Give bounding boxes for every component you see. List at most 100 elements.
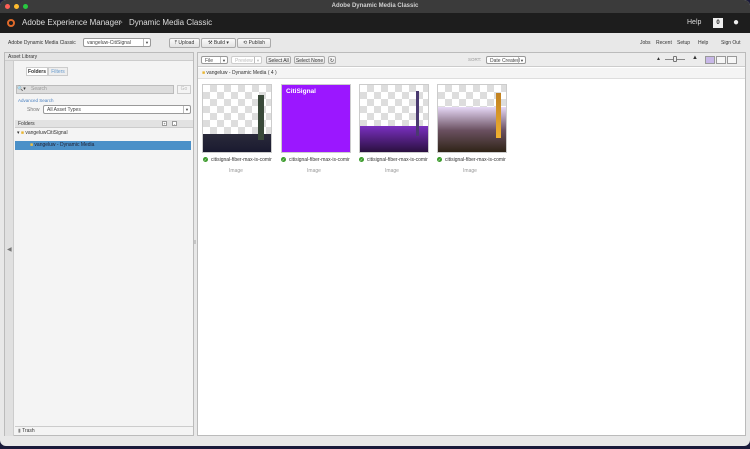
trash-item[interactable]: ▮ Trash xyxy=(15,426,193,435)
upload-button[interactable]: ⤒ Upload xyxy=(169,38,200,48)
help-menu[interactable]: Help xyxy=(698,40,708,46)
folder-icon: ■ xyxy=(202,70,206,76)
chevron-down-icon: ▼ xyxy=(183,106,190,113)
tower-image xyxy=(416,91,419,136)
breadcrumb-separator-icon: > xyxy=(118,18,123,27)
title-bar: Adobe Dynamic Media Classic xyxy=(0,0,750,13)
app-window: Adobe Dynamic Media Classic Adobe Experi… xyxy=(0,0,750,446)
preview-menu[interactable]: Preview ▼ xyxy=(231,56,262,64)
slider-handle[interactable] xyxy=(673,56,677,62)
file-menu[interactable]: File ▼ xyxy=(201,56,228,64)
company-select[interactable]: vangeluw-CitiSignal ▼ xyxy=(83,38,151,47)
notification-badge[interactable]: 0 xyxy=(713,18,723,28)
folders-title: Folders xyxy=(18,121,35,127)
upload-label: Upload xyxy=(178,40,195,46)
chevron-down-icon: ▼ xyxy=(518,57,525,63)
check-icon: ✓ xyxy=(281,157,286,163)
splitter-handle[interactable]: ‖ xyxy=(194,240,196,246)
sort-select[interactable]: Date Created ▼ xyxy=(486,56,526,64)
asset-type: Image xyxy=(463,168,477,174)
help-link[interactable]: Help xyxy=(687,13,701,33)
trash-icon: ▮ xyxy=(18,428,21,434)
publish-label: Publish xyxy=(248,40,265,46)
folder-breadcrumb: ■ vangeluw - Dynamic Media ( 4 ) xyxy=(198,68,745,79)
jobs-link[interactable]: Jobs xyxy=(640,40,651,46)
small-size-icon[interactable]: ▲ xyxy=(656,56,661,62)
asset-caption[interactable]: ✓ citisignal-fiber-max-is-comir xyxy=(437,157,506,163)
statue-image xyxy=(258,95,264,140)
add-folder-icon[interactable]: + xyxy=(162,121,167,126)
tree-item-selected[interactable]: ■ vangeluw - Dynamic Media xyxy=(15,141,191,150)
user-avatar-icon[interactable]: ● xyxy=(733,17,739,29)
publish-button[interactable]: ⟲ Publish xyxy=(237,38,271,48)
app-name[interactable]: Adobe Experience Manager xyxy=(22,13,121,33)
asset-thumbnail[interactable] xyxy=(437,84,507,153)
search-icon[interactable]: 🔍▾ xyxy=(17,86,26,92)
folder-icon: ■ xyxy=(20,130,24,136)
show-label: Show xyxy=(27,107,40,113)
product-label: Adobe Dynamic Media Classic xyxy=(8,40,76,46)
tab-filters[interactable]: Filters xyxy=(48,67,68,76)
asset-library-panel: Asset Library ◀ Folders Filters Search 🔍… xyxy=(4,52,194,436)
check-icon: ✓ xyxy=(437,157,442,163)
detail-view-icon[interactable] xyxy=(727,56,737,64)
asset-type: Image xyxy=(229,168,243,174)
preview-label: Preview xyxy=(235,58,253,64)
asset-type: Image xyxy=(307,168,321,174)
window-title: Adobe Dynamic Media Classic xyxy=(331,3,419,9)
brand-logo-text: CitiSignal xyxy=(286,88,316,95)
close-window-button[interactable] xyxy=(5,4,10,9)
asset-type-select[interactable]: All Asset Types ▼ xyxy=(43,105,191,114)
advanced-search-link[interactable]: Advanced Search xyxy=(18,98,54,103)
large-size-icon[interactable]: ▲ xyxy=(692,55,698,61)
go-button[interactable]: Go xyxy=(177,85,191,94)
asset-name: citisignal-fiber-max-is-comir xyxy=(445,157,506,163)
asset-name: citisignal-fiber-max-is-comir xyxy=(367,157,428,163)
asset-thumbnail[interactable] xyxy=(359,84,429,153)
search-input[interactable]: Search xyxy=(16,85,174,94)
sort-value: Date Created xyxy=(490,58,520,64)
asset-name: citisignal-fiber-max-is-comir xyxy=(211,157,272,163)
breadcrumb-text: vangeluw - Dynamic Media ( 4 ) xyxy=(206,70,277,76)
list-view-icon[interactable] xyxy=(716,56,726,64)
sign-out-link[interactable]: Sign Out xyxy=(721,40,740,46)
company-value: vangeluw-CitiSignal xyxy=(87,40,131,46)
refresh-icon[interactable]: ↻ xyxy=(328,56,336,64)
folder-icon: ■ xyxy=(30,142,34,148)
asset-caption[interactable]: ✓ citisignal-fiber-max-is-comir xyxy=(203,157,272,163)
recent-link[interactable]: Recent xyxy=(656,40,672,46)
minimize-window-button[interactable] xyxy=(14,4,19,9)
build-label: Build xyxy=(213,40,226,46)
trash-label: Trash xyxy=(22,428,35,434)
asset-thumbnail[interactable] xyxy=(202,84,272,153)
remove-folder-icon[interactable]: - xyxy=(172,121,177,126)
aem-logo-icon xyxy=(7,19,15,27)
asset-caption[interactable]: ✓ citisignal-fiber-max-is-comir xyxy=(281,157,350,163)
collapse-strip[interactable]: ◀ xyxy=(5,61,14,436)
file-label: File xyxy=(205,58,214,64)
check-icon: ✓ xyxy=(359,157,364,163)
thumbnail-size-slider[interactable] xyxy=(665,56,685,62)
browser-toolbar: File ▼ Preview ▼ Select All Select None ↻ … xyxy=(198,53,745,67)
select-all-button[interactable]: Select All xyxy=(266,56,291,64)
asset-caption[interactable]: ✓ citisignal-fiber-max-is-comir xyxy=(359,157,428,163)
collapse-left-icon: ◀ xyxy=(7,247,12,253)
tree-item-label: vangeluwCitiSignal xyxy=(25,130,68,136)
grid-view-icon[interactable] xyxy=(705,56,715,64)
chevron-down-icon: ▼ xyxy=(220,57,227,63)
select-none-button[interactable]: Select None xyxy=(294,56,325,64)
setup-menu[interactable]: Setup xyxy=(677,40,690,46)
folders-header: Folders + - xyxy=(15,120,193,128)
build-button[interactable]: ⚒ Build ▾ xyxy=(201,38,236,48)
asset-thumbnail[interactable]: CitiSignal xyxy=(281,84,351,153)
chevron-down-icon: ▼ xyxy=(254,57,261,63)
chevron-down-icon: ▼ xyxy=(143,39,150,46)
asset-type-value: All Asset Types xyxy=(47,107,81,113)
tree-item-label: vangeluw - Dynamic Media xyxy=(34,142,95,148)
eiffel-image xyxy=(496,93,501,138)
section-name[interactable]: Dynamic Media Classic xyxy=(129,13,212,33)
tree-item-root[interactable]: ▾ ■ vangeluwCitiSignal xyxy=(17,130,68,136)
tab-folders[interactable]: Folders xyxy=(26,67,48,76)
global-header: Adobe Experience Manager > Dynamic Media… xyxy=(0,13,750,33)
maximize-window-button[interactable] xyxy=(23,4,28,9)
